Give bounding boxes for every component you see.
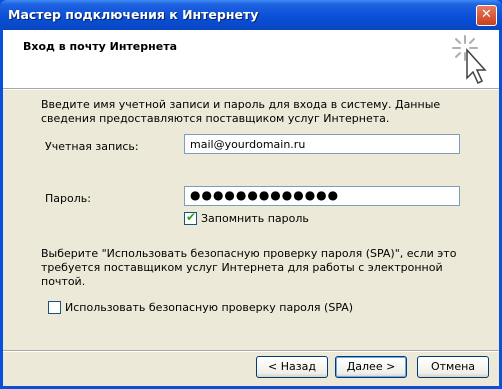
password-label: Пароль:	[45, 192, 91, 205]
window-title: Мастер подключения к Интернету	[8, 7, 259, 22]
password-input[interactable]: ●●●●●●●●●●●●●	[184, 186, 460, 206]
wizard-client-area: Вход в почту Интернета Введите имя учетн…	[3, 30, 499, 386]
wizard-header: Вход в почту Интернета	[3, 30, 499, 89]
close-icon: ✕	[481, 7, 492, 22]
spa-checkbox[interactable]	[48, 301, 61, 314]
spa-label[interactable]: Использовать безопасную проверку пароля …	[65, 301, 353, 314]
account-description: Введите имя учетной записи и пароль для …	[41, 98, 441, 125]
back-button[interactable]: < Назад	[256, 356, 328, 378]
close-button[interactable]: ✕	[476, 5, 497, 26]
cancel-button[interactable]: Отмена	[417, 356, 489, 378]
title-bar[interactable]: Мастер подключения к Интернету ✕	[0, 0, 502, 30]
remember-password-label[interactable]: Запомнить пароль	[201, 212, 309, 225]
wizard-window: Мастер подключения к Интернету ✕ Вход в …	[0, 0, 502, 389]
header-separator	[3, 89, 499, 90]
page-title: Вход в почту Интернета	[23, 40, 177, 53]
checkmark-icon: ✔	[186, 210, 197, 224]
remember-password-checkbox[interactable]: ✔	[184, 210, 197, 225]
spa-description: Выберите "Использовать безопасную провер…	[41, 247, 457, 288]
next-button[interactable]: Далее >	[335, 356, 407, 378]
footer-divider-highlight	[3, 351, 499, 352]
account-input[interactable]: mail@yourdomain.ru	[184, 134, 460, 154]
account-label: Учетная запись:	[45, 140, 139, 153]
cursor-sparkle-icon	[452, 35, 487, 85]
